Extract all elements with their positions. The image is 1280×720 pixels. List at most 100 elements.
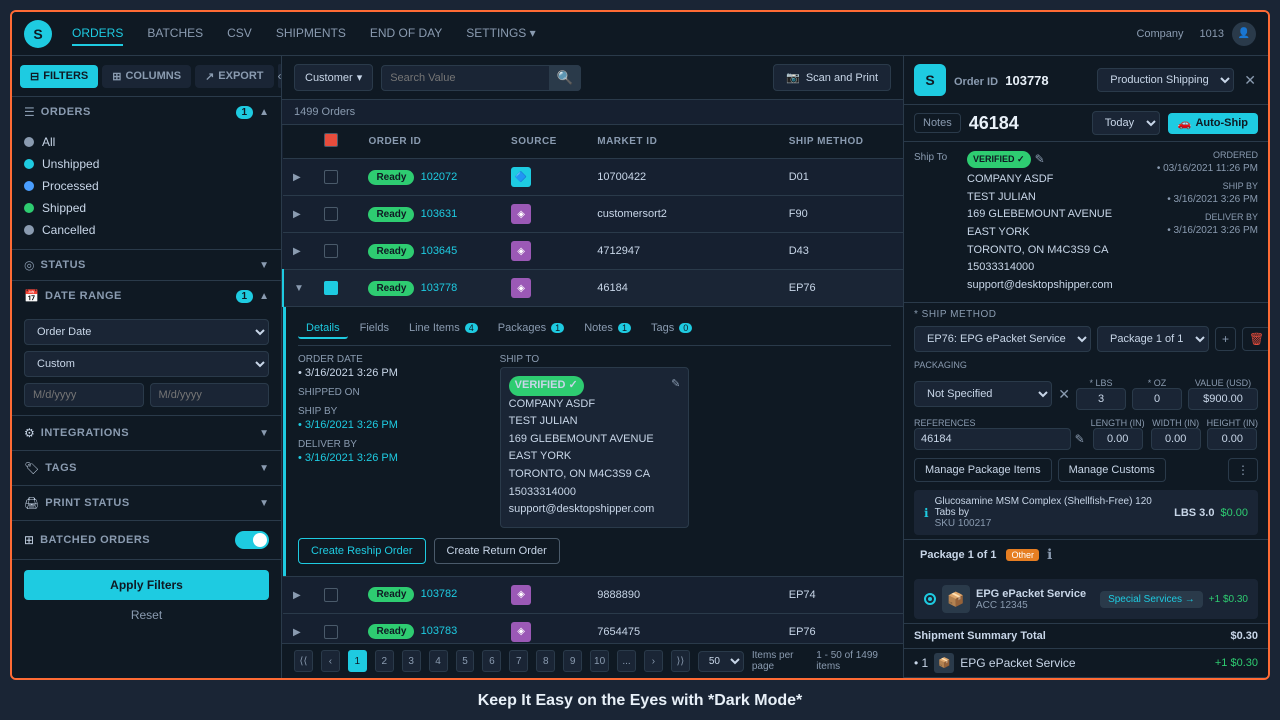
page-10[interactable]: 10 [590, 650, 609, 672]
date-type-select[interactable]: Order Date [24, 319, 269, 345]
export-button[interactable]: ↗ EXPORT [195, 65, 273, 88]
tab-packages[interactable]: Packages 1 [490, 319, 572, 339]
date-to-input[interactable] [150, 383, 270, 407]
page-last[interactable]: ⟩⟩ [671, 650, 690, 672]
tab-fields[interactable]: Fields [352, 319, 397, 339]
reset-button[interactable]: Reset [24, 604, 269, 626]
add-package-button[interactable]: + [1215, 327, 1236, 351]
create-return-button[interactable]: Create Return Order [434, 538, 560, 564]
order-id-link-5[interactable]: 103782 [421, 588, 458, 600]
oz-input[interactable] [1132, 388, 1182, 410]
page-8[interactable]: 8 [536, 650, 555, 672]
nav-end-of-day[interactable]: END OF DAY [370, 22, 442, 46]
row-checkbox-4[interactable] [324, 281, 338, 295]
row-expand-3[interactable]: ▶ [293, 246, 301, 257]
nav-csv[interactable]: CSV [227, 22, 252, 46]
page-9[interactable]: 9 [563, 650, 582, 672]
ship-method-select[interactable]: EP76: EPG ePacket Service [914, 326, 1091, 352]
edit-reference-button[interactable]: ✎ [1075, 432, 1085, 446]
manage-customs-button[interactable]: Manage Customs [1058, 458, 1166, 482]
page-prev[interactable]: ‹ [321, 650, 340, 672]
row-checkbox-6[interactable] [324, 625, 338, 639]
page-5[interactable]: 5 [456, 650, 475, 672]
row-checkbox-1[interactable] [324, 170, 338, 184]
special-services-button[interactable]: Special Services → [1100, 591, 1203, 608]
autoship-button[interactable]: 🚗 Auto-Ship [1168, 113, 1258, 134]
more-options-button[interactable]: ⋮ [1228, 458, 1258, 482]
clear-packaging-button[interactable]: ✕ [1058, 386, 1070, 403]
order-id-link-3[interactable]: 103645 [421, 245, 458, 257]
pkg-tab-1[interactable]: Package 1 of 1 [914, 547, 1002, 563]
service-radio[interactable] [924, 593, 936, 605]
production-select[interactable]: Production Shipping [1097, 68, 1234, 92]
search-type-select[interactable]: Customer ▾ [294, 64, 373, 91]
row-expand-4[interactable]: ▼ [294, 283, 304, 294]
nav-settings[interactable]: SETTINGS ▾ [466, 22, 535, 46]
page-4[interactable]: 4 [429, 650, 448, 672]
page-first[interactable]: ⟨⟨ [294, 650, 313, 672]
scan-print-button[interactable]: 📷 Scan and Print [773, 64, 891, 91]
row-checkbox-5[interactable] [324, 588, 338, 602]
reference-input[interactable] [914, 428, 1071, 450]
page-2[interactable]: 2 [375, 650, 394, 672]
lbs-input[interactable] [1076, 388, 1126, 410]
print-status-section[interactable]: 🖨 PRINT STATUS ▼ [12, 486, 281, 521]
service-row[interactable]: 📦 EPG ePacket Service ACC 12345 Special … [914, 579, 1258, 619]
notes-button[interactable]: Notes [914, 113, 961, 133]
collapse-button[interactable]: ‹ [278, 64, 282, 88]
date-from-input[interactable] [24, 383, 144, 407]
today-select[interactable]: Today [1092, 111, 1160, 135]
orders-section-header[interactable]: ☰ ORDERS 1 ▲ [12, 97, 281, 127]
create-reship-button[interactable]: Create Reship Order [298, 538, 426, 564]
tab-tags[interactable]: Tags 0 [643, 319, 700, 339]
manage-package-button[interactable]: Manage Package Items [914, 458, 1052, 482]
date-preset-select[interactable]: Custom [24, 351, 269, 377]
row-expand-6[interactable]: ▶ [293, 627, 301, 638]
tags-section[interactable]: 🏷 TAGS ▼ [12, 451, 281, 486]
batched-orders-toggle[interactable] [235, 531, 269, 549]
order-id-link-4[interactable]: 103778 [421, 282, 458, 294]
delete-package-button[interactable]: 🗑 [1242, 327, 1268, 351]
nav-shipments[interactable]: SHIPMENTS [276, 22, 346, 46]
height-input[interactable] [1207, 428, 1257, 450]
edit-ship-to-button[interactable]: ✎ [1035, 150, 1045, 169]
filter-unshipped[interactable]: Unshipped [24, 153, 269, 175]
filter-shipped[interactable]: Shipped [24, 197, 269, 219]
length-input[interactable] [1093, 428, 1143, 450]
package-select[interactable]: Package 1 of 1 [1097, 326, 1209, 352]
value-input[interactable] [1188, 388, 1258, 410]
status-section-header[interactable]: ◎ STATUS ▼ [12, 250, 281, 280]
tab-line-items[interactable]: Line Items 4 [401, 319, 486, 339]
width-input[interactable] [1151, 428, 1201, 450]
nav-batches[interactable]: BATCHES [147, 22, 203, 46]
page-1[interactable]: 1 [348, 650, 367, 672]
tab-notes[interactable]: Notes 1 [576, 319, 639, 339]
row-expand-5[interactable]: ▶ [293, 590, 301, 601]
filters-button[interactable]: ⊟ FILTERS [20, 65, 98, 88]
close-right-panel-button[interactable]: ✕ [1242, 70, 1258, 91]
filter-processed[interactable]: Processed [24, 175, 269, 197]
row-checkbox-3[interactable] [324, 244, 338, 258]
search-button[interactable]: 🔍 [549, 65, 582, 91]
page-6[interactable]: 6 [482, 650, 501, 672]
apply-filters-button[interactable]: Apply Filters [24, 570, 269, 600]
order-id-link-6[interactable]: 103783 [421, 625, 458, 637]
order-id-link-2[interactable]: 103631 [421, 208, 458, 220]
packaging-type-select[interactable]: Not Specified [914, 381, 1052, 407]
date-range-header[interactable]: 📅 DATE RANGE 1 ▲ [12, 281, 281, 311]
integrations-section[interactable]: ⚙ INTEGRATIONS ▼ [12, 416, 281, 451]
page-next[interactable]: › [644, 650, 663, 672]
per-page-select[interactable]: 50 [698, 651, 744, 672]
row-expand-1[interactable]: ▶ [293, 172, 301, 183]
tab-details[interactable]: Details [298, 319, 348, 339]
row-expand-2[interactable]: ▶ [293, 209, 301, 220]
row-checkbox-2[interactable] [324, 207, 338, 221]
page-3[interactable]: 3 [402, 650, 421, 672]
filter-cancelled[interactable]: Cancelled [24, 219, 269, 241]
nav-orders[interactable]: ORDERS [72, 22, 123, 46]
edit-icon-exp[interactable]: ✎ [671, 376, 680, 394]
order-id-link-1[interactable]: 102072 [421, 171, 458, 183]
columns-button[interactable]: ⊞ COLUMNS [102, 65, 191, 88]
page-7[interactable]: 7 [509, 650, 528, 672]
filter-all[interactable]: All [24, 131, 269, 153]
